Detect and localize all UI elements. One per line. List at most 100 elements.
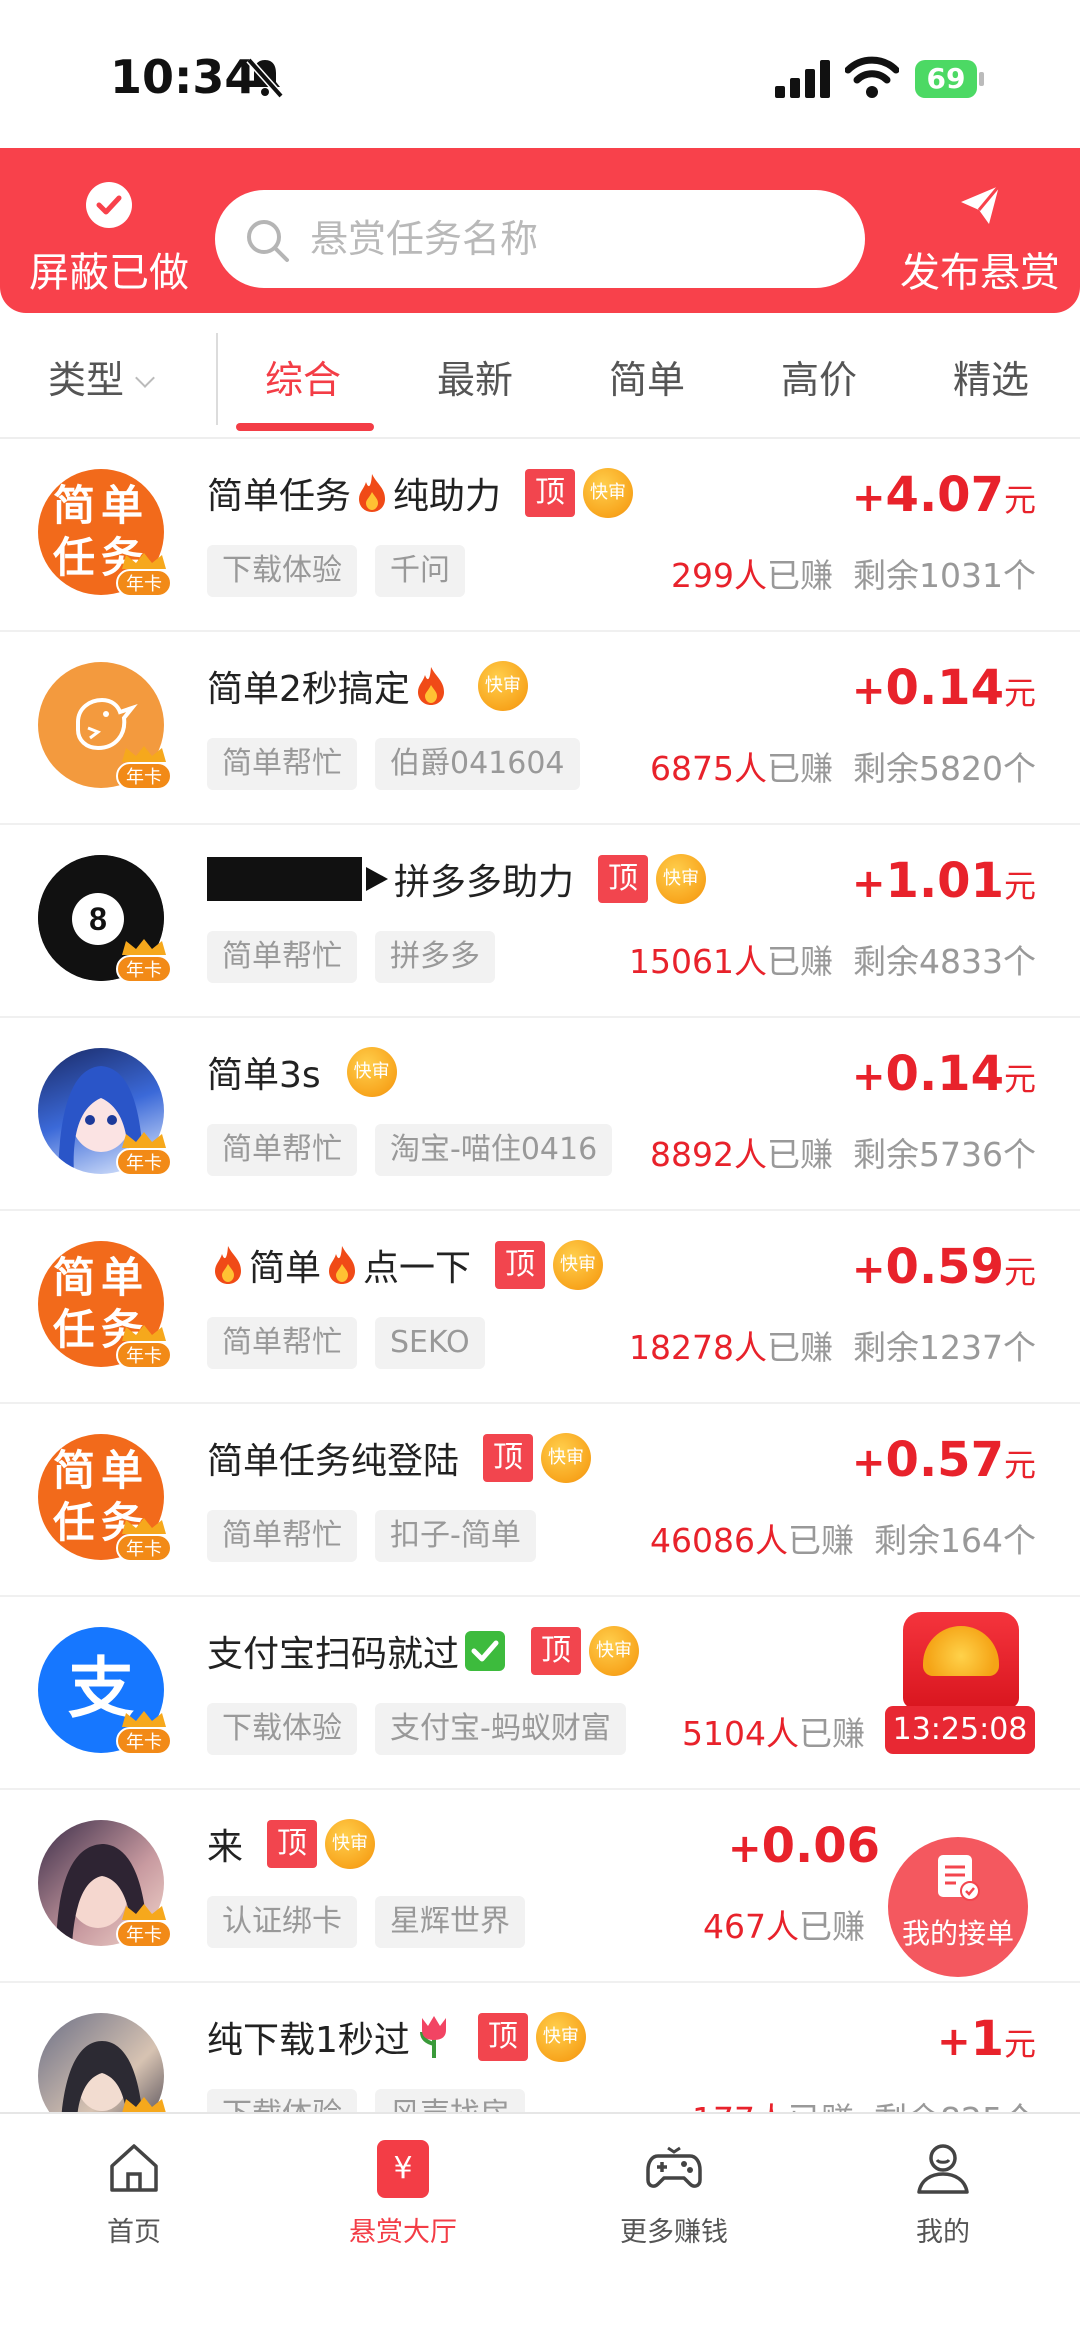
cellular-signal-icon bbox=[775, 60, 830, 98]
yuan-icon: ¥ bbox=[377, 2140, 429, 2198]
publish-bounty-label: 发布悬赏 bbox=[900, 250, 1060, 296]
task-row[interactable]: 年卡 纯下载1秒过 顶 快审 下载体验 风声找房 +1元 177人已赚剩余825… bbox=[0, 1983, 1080, 2112]
task-title: 支付宝扫码就过 顶 快审 bbox=[207, 1623, 640, 1679]
nav-mine[interactable]: 我的 bbox=[843, 2138, 1043, 2249]
task-reward: +0.06 bbox=[728, 1818, 880, 1874]
task-row[interactable]: 8 年卡 拼多多助力 顶 快审 简单帮忙 拼多多 +1.01元 15061人已赚… bbox=[0, 825, 1080, 1018]
task-title: 拼多多助力 顶 快审 bbox=[207, 851, 707, 907]
countdown-timer: 13:25:08 bbox=[885, 1706, 1035, 1754]
tab-featured[interactable]: 精选 bbox=[953, 349, 1029, 404]
task-tags: 下载体验 风声找房 bbox=[207, 2089, 543, 2112]
task-reward: +0.14元 bbox=[852, 1046, 1036, 1102]
fast-review-badge: 快审 bbox=[535, 2012, 586, 2062]
active-tab-indicator bbox=[236, 423, 374, 431]
task-tag: 简单帮忙 bbox=[207, 1510, 357, 1562]
task-stats: 6875人已赚 剩余5820个 bbox=[650, 749, 1036, 788]
check-circle-icon bbox=[86, 182, 132, 228]
task-tag: SEKO bbox=[375, 1317, 485, 1369]
task-tags: 简单帮忙 SEKO bbox=[207, 1317, 503, 1369]
task-stats: 18278人已赚 剩余1237个 bbox=[629, 1328, 1036, 1367]
task-reward: +0.57元 bbox=[852, 1432, 1036, 1488]
svg-text:8: 8 bbox=[89, 901, 107, 937]
play-triangle-icon bbox=[366, 867, 388, 891]
red-packet-widget[interactable]: 13:25:08 bbox=[885, 1612, 1035, 1754]
task-row[interactable]: 简单 任务 年卡 简单任务 纯助力 顶 快审 下载体验 千问 +4.07元 299… bbox=[0, 439, 1080, 632]
vip-badge: 年卡 bbox=[116, 939, 172, 985]
pinned-badge: 顶 bbox=[525, 469, 576, 517]
crown-icon bbox=[122, 1711, 166, 1727]
task-tag: 下载体验 bbox=[207, 545, 357, 597]
battery-level: 69 bbox=[915, 60, 977, 98]
task-tags: 简单帮忙 伯爵041604 bbox=[207, 738, 598, 790]
tab-comprehensive[interactable]: 综合 bbox=[265, 349, 341, 404]
task-tags: 下载体验 支付宝-蚂蚁财富 bbox=[207, 1703, 644, 1755]
vip-badge: 年卡 bbox=[116, 1518, 172, 1564]
fast-review-badge: 快审 bbox=[553, 1240, 604, 1290]
fast-review-badge: 快审 bbox=[541, 1433, 592, 1483]
my-orders-label: 我的接单 bbox=[901, 1917, 1014, 1950]
task-stats: 8892人已赚 剩余5736个 bbox=[650, 1135, 1036, 1174]
task-row[interactable]: 年卡 简单2秒搞定 快审 简单帮忙 伯爵041604 +0.14元 6875人已… bbox=[0, 632, 1080, 825]
nav-home[interactable]: 首页 bbox=[34, 2138, 234, 2249]
nav-more-earnings[interactable]: 更多赚钱 bbox=[574, 2138, 774, 2249]
type-dropdown[interactable]: 类型 bbox=[48, 349, 155, 404]
publish-bounty-button[interactable]: 发布悬赏 bbox=[885, 182, 1075, 312]
fast-review-badge: 快审 bbox=[325, 1819, 376, 1869]
type-dropdown-label: 类型 bbox=[48, 358, 125, 402]
task-tag: 认证绑卡 bbox=[207, 1896, 357, 1948]
clipboard-icon bbox=[938, 1855, 980, 1901]
check-mark-icon bbox=[465, 1631, 506, 1671]
tab-simple[interactable]: 简单 bbox=[609, 349, 685, 404]
task-tags: 简单帮忙 扣子-简单 bbox=[207, 1510, 554, 1562]
hide-done-label: 屏蔽已做 bbox=[29, 250, 189, 296]
wifi-icon bbox=[845, 56, 899, 98]
hide-done-button[interactable]: 屏蔽已做 bbox=[14, 182, 204, 312]
task-title: 简单2秒搞定 快审 bbox=[207, 658, 528, 714]
task-row[interactable]: 简单 任务 年卡 简单 点一下 顶 快审 简单帮忙 SEKO +0.59元 182… bbox=[0, 1211, 1080, 1404]
crown-icon bbox=[122, 553, 166, 569]
task-tags: 下载体验 千问 bbox=[207, 545, 483, 597]
chevron-down-icon bbox=[135, 368, 155, 388]
task-tag: 简单帮忙 bbox=[207, 1317, 357, 1369]
task-tag: 星辉世界 bbox=[375, 1896, 525, 1948]
crown-icon bbox=[122, 2097, 166, 2112]
vip-badge: 年卡 bbox=[116, 1904, 172, 1950]
task-title: 简单 点一下 顶 快审 bbox=[207, 1237, 604, 1293]
header-bar: 屏蔽已做 发布悬赏 bbox=[0, 148, 1080, 313]
task-tag: 千问 bbox=[375, 545, 465, 597]
fire-icon bbox=[417, 667, 444, 705]
crown-icon bbox=[122, 1132, 166, 1148]
task-row[interactable]: 简单 任务 年卡 简单任务纯登陆 顶 快审 简单帮忙 扣子-简单 +0.57元 4… bbox=[0, 1404, 1080, 1597]
search-bar[interactable] bbox=[215, 190, 865, 288]
search-icon bbox=[247, 220, 289, 262]
task-tags: 简单帮忙 拼多多 bbox=[207, 931, 513, 983]
task-reward: +1.01元 bbox=[852, 853, 1036, 909]
task-title: 简单任务纯登陆 顶 快审 bbox=[207, 1430, 592, 1486]
status-bar: 10:34 69 bbox=[0, 0, 1080, 148]
search-input[interactable] bbox=[310, 212, 830, 266]
crown-icon bbox=[122, 1518, 166, 1534]
tab-latest[interactable]: 最新 bbox=[437, 349, 513, 404]
tab-high-price[interactable]: 高价 bbox=[781, 349, 857, 404]
task-stats: 177人已赚剩余825个 bbox=[692, 2093, 1036, 2112]
nav-bounty-hall[interactable]: ¥ 悬赏大厅 bbox=[303, 2138, 503, 2249]
task-reward: +4.07元 bbox=[852, 467, 1036, 523]
nav-bounty-hall-label: 悬赏大厅 bbox=[349, 2217, 457, 2248]
vip-badge: 年卡 bbox=[116, 1132, 172, 1178]
fast-review-badge: 快审 bbox=[346, 1047, 397, 1097]
task-tag: 风声找房 bbox=[375, 2089, 525, 2112]
task-title: 纯下载1秒过 顶 快审 bbox=[207, 2009, 586, 2065]
task-tag: 简单帮忙 bbox=[207, 738, 357, 790]
my-orders-button[interactable]: 我的接单 bbox=[888, 1837, 1028, 1977]
battery-icon: 69 bbox=[915, 60, 985, 98]
task-tag: 简单帮忙 bbox=[207, 1124, 357, 1176]
user-icon bbox=[917, 2144, 969, 2194]
task-title: 简单3s 快审 bbox=[207, 1044, 397, 1100]
crown-icon bbox=[122, 1904, 166, 1920]
nav-home-label: 首页 bbox=[107, 2217, 161, 2248]
paper-plane-icon bbox=[961, 185, 1001, 224]
task-tag: 淘宝-喵住0416 bbox=[375, 1124, 613, 1176]
vip-badge: 年卡 bbox=[116, 553, 172, 599]
task-row[interactable]: 年卡 简单3s 快审 简单帮忙 淘宝-喵住0416 +0.14元 8892人已赚… bbox=[0, 1018, 1080, 1211]
task-tag: 下载体验 bbox=[207, 1703, 357, 1755]
